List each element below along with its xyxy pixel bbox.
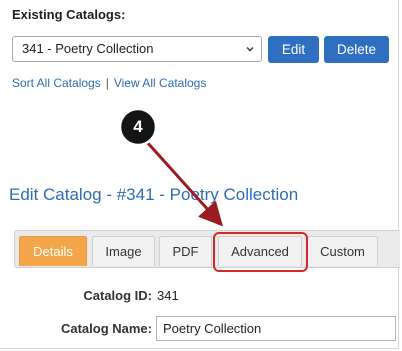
step-number: 4 [133,117,143,136]
annotation-arrow [144,139,224,227]
annotation-overlay [118,107,224,227]
